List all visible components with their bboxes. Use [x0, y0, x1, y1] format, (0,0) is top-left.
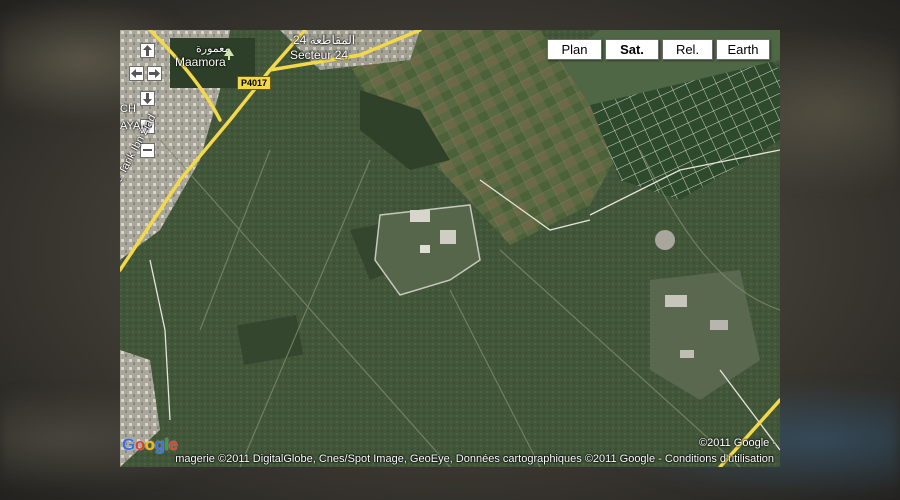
map-type-plan-button[interactable]: Plan: [547, 39, 602, 60]
pan-left-button[interactable]: [129, 66, 144, 81]
partial-place-label-2: AYA: [120, 120, 141, 132]
map-type-relief-button[interactable]: Rel.: [662, 39, 713, 60]
road-shield-p4017: P4017: [237, 76, 272, 90]
google-logo[interactable]: Google: [122, 435, 178, 455]
satellite-imagery: [120, 30, 780, 467]
arrow-right-icon: [149, 69, 160, 78]
partial-place-label-1: CH: [120, 103, 136, 115]
attribution-text[interactable]: magerie ©2011 DigitalGlobe, Cnes/Spot Im…: [120, 453, 780, 465]
place-label-maamora: Maamora: [175, 55, 226, 69]
map-type-satellite-button[interactable]: Sat.: [605, 39, 659, 60]
sector-label-latin: Secteur 24: [290, 48, 349, 62]
arrow-left-icon: [131, 69, 142, 78]
pan-up-button[interactable]: [140, 43, 155, 58]
map-type-earth-button[interactable]: Earth: [716, 39, 770, 60]
minus-icon: [143, 149, 152, 151]
sector-label-arabic: المقاطعة 24: [293, 33, 356, 47]
pan-down-button[interactable]: [140, 91, 155, 106]
pan-right-button[interactable]: [147, 66, 162, 81]
copyright-text: ©2011 Google -: [698, 437, 776, 449]
arrow-up-icon: [143, 45, 152, 56]
map-type-selector: Plan Sat. Rel. Earth: [547, 39, 770, 60]
map-viewport[interactable]: Plan Sat. Rel. Earth معمورة Maamora المق…: [120, 30, 780, 467]
arrow-down-icon: [143, 93, 152, 104]
